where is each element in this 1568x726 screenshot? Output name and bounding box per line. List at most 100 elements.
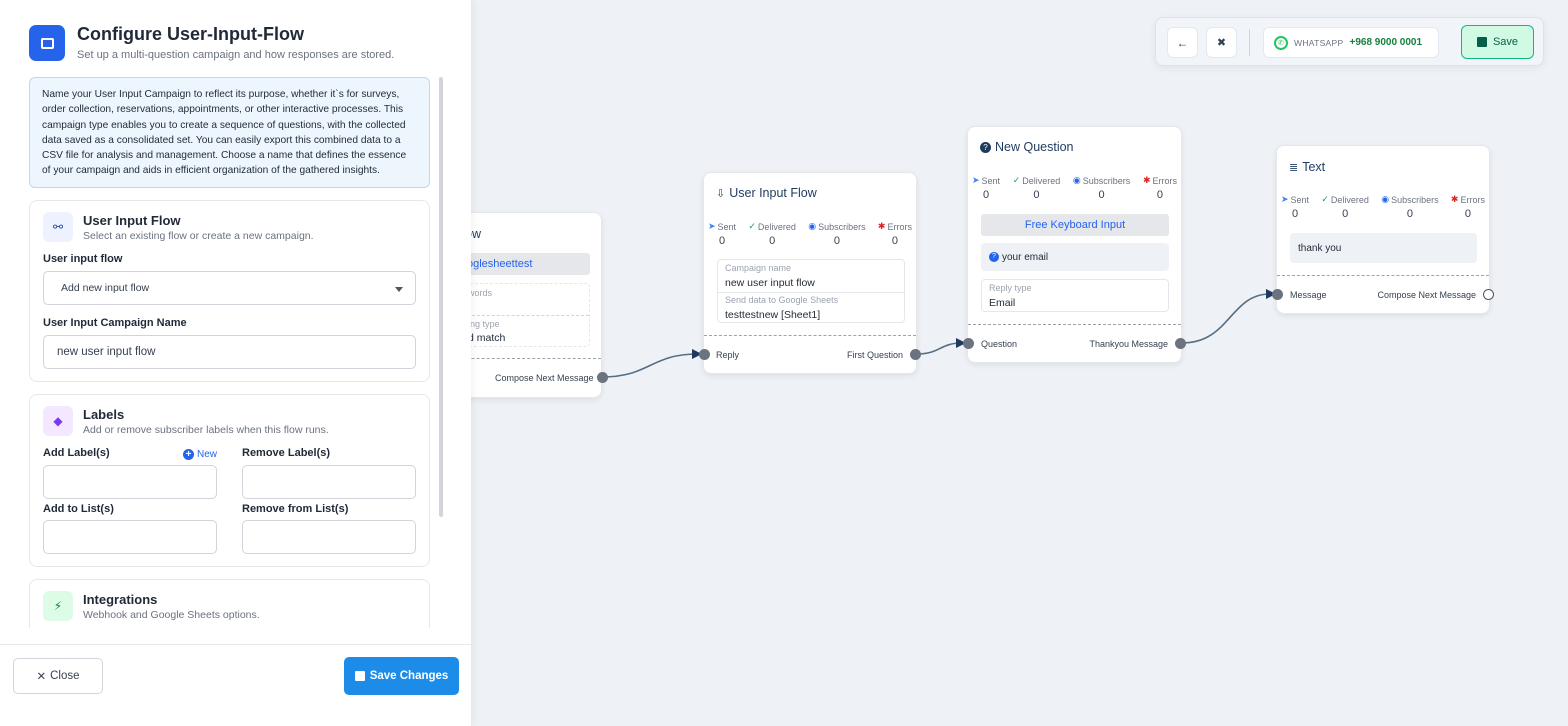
node-user-input-flow[interactable]: ⇩ User Input Flow ➤ Sent 0 ✓ Delivered 0 ◉ Sub… (699, 172, 921, 374)
panel-subtitle: Set up a multi-question campaign and how… (77, 49, 395, 61)
whatsapp-icon: ✆ (1274, 35, 1288, 50)
field-label: Remove from List(s) (242, 503, 349, 515)
integrations-card: ⚡ Integrations Webhook and Google Sheets… (29, 579, 430, 628)
output-port[interactable] (1483, 289, 1494, 300)
toolbar-divider (1249, 29, 1250, 56)
matching-type-label: ing type (468, 319, 500, 329)
stats-row: ➤ Sent 0 ✓ Delivered 0 ◉ Subscribers 0 ✱ Errors… (708, 221, 912, 247)
field-label: Add Label(s) (43, 447, 110, 459)
sitemap-icon: ⚯ (43, 212, 73, 242)
floppy-disk-icon (1476, 37, 1487, 47)
compress-icon: ✖ (1216, 37, 1227, 49)
campaign-name-input[interactable]: new user input flow (43, 335, 416, 369)
check-circle-icon: ✓ (748, 221, 756, 231)
bug-icon: ✱ (1142, 175, 1151, 185)
info-box: Name your User Input Campaign to reflect… (29, 77, 430, 188)
node-new-question[interactable]: ? New Question ➤ Sent 0 ✓ Delivered 0 ◉ Subscr… (963, 126, 1186, 363)
list-icon: ≣ (1289, 161, 1299, 174)
card-title: User Input Flow (83, 213, 181, 228)
field-label: Add to List(s) (43, 503, 114, 515)
bug-icon: ✱ (1450, 194, 1459, 204)
add-labels-input[interactable] (43, 465, 217, 499)
question-prompt-box: ? your email (981, 243, 1169, 271)
user-circle-icon: ◉ (808, 221, 817, 231)
port-label: Reply (716, 350, 740, 360)
stats-row: ➤ Sent 0 ✓ Delivered 0 ◉ Subscribers 0 ✱ Errors… (1281, 194, 1485, 220)
scrollbar[interactable] (439, 77, 443, 517)
floppy-disk-icon (354, 671, 365, 681)
card-subtitle: Select an existing flow or create a new … (83, 230, 314, 242)
add-to-list-input[interactable] (43, 520, 217, 554)
check-circle-icon: ✓ (1321, 194, 1329, 204)
plus-circle-icon: + (183, 449, 194, 460)
port-label: Message (1290, 290, 1327, 300)
port-label: Compose Next Message (1377, 290, 1476, 300)
config-panel: Configure User-Input-Flow Set up a multi… (0, 0, 471, 726)
chevron-down-icon (395, 287, 403, 292)
port-label: Compose Next Message (495, 373, 594, 383)
plug-icon: ⚡ (43, 591, 73, 621)
input-port[interactable] (963, 338, 974, 349)
reply-type-box: Reply type Email (981, 279, 1169, 312)
node-title: ? New Question (980, 140, 1074, 154)
port-label: First Question (846, 350, 903, 360)
sheet-chip: oglesheettest (461, 253, 590, 275)
stats-row: ➤ Sent 0 ✓ Delivered 0 ◉ Subscribers 0 ✱ Errors… (972, 175, 1177, 201)
channel-phone: +968 9000 0001 (1349, 37, 1423, 48)
output-port[interactable] (1175, 338, 1186, 349)
node-text[interactable]: ≣ Text ➤ Sent 0 ✓ Delivered 0 ◉ Subscribers 0 ✱… (1272, 145, 1494, 314)
node-title: ⇩ User Input Flow (716, 186, 817, 200)
question-circle-icon: ? (980, 141, 991, 153)
port-label: Question (981, 339, 1018, 349)
panel-scroll-area[interactable]: Name your User Input Campaign to reflect… (0, 75, 471, 628)
remove-labels-input[interactable] (242, 465, 416, 499)
save-button[interactable]: Save (1461, 25, 1534, 59)
bug-icon: ✱ (877, 221, 886, 231)
close-icon: ✕ (36, 671, 47, 683)
labels-card: ◆ Labels Add or remove subscriber labels… (29, 394, 430, 567)
paper-plane-icon: ➤ (972, 175, 980, 185)
card-subtitle: Webhook and Google Sheets options. (83, 609, 260, 621)
close-button[interactable]: ✕ Close (13, 658, 103, 694)
message-box: thank you (1290, 233, 1477, 263)
check-circle-icon: ✓ (1012, 175, 1021, 185)
form-icon (29, 25, 65, 61)
keywords-label: words (468, 288, 493, 298)
paper-plane-icon: ➤ (708, 221, 716, 231)
campaign-info-box: Campaign name new user input flow Send d… (717, 259, 905, 323)
new-label-link[interactable]: + New (183, 449, 217, 460)
output-port[interactable] (597, 372, 608, 383)
user-circle-icon: ◉ (1381, 194, 1390, 204)
matching-type-value: d match (468, 332, 506, 344)
field-label: User Input Campaign Name (43, 317, 187, 329)
input-port[interactable] (699, 349, 710, 360)
back-button[interactable]: ← (1167, 27, 1198, 58)
download-icon: ⇩ (716, 187, 726, 200)
arrow-left-icon: ← (1176, 35, 1189, 50)
field-label: Remove Label(s) (242, 447, 331, 459)
input-port[interactable] (1272, 289, 1283, 300)
user-input-flow-card: ⚯ User Input Flow Select an existing flo… (29, 200, 430, 382)
channel-name: WHATSAPP (1294, 37, 1344, 48)
paper-plane-icon: ➤ (1281, 194, 1289, 204)
panel-title: Configure User-Input-Flow (77, 24, 304, 44)
flow-canvas[interactable] (471, 0, 1568, 726)
tags-icon: ◆ (43, 406, 73, 436)
fit-view-button[interactable]: ✖ (1206, 27, 1237, 58)
field-label: User input flow (43, 253, 123, 265)
canvas-toolbar: ← ✖ ✆ WHATSAPP +968 9000 0001 Save (1155, 17, 1544, 66)
channel-badge[interactable]: ✆ WHATSAPP +968 9000 0001 (1263, 27, 1439, 58)
save-changes-button[interactable]: Save Changes (344, 657, 459, 695)
remove-from-list-input[interactable] (242, 520, 416, 554)
keyboard-input-chip: Free Keyboard Input (981, 214, 1169, 236)
card-subtitle: Add or remove subscriber labels when thi… (83, 424, 329, 436)
node-title: ≣ Text (1289, 160, 1326, 174)
output-port[interactable] (910, 349, 921, 360)
card-title: Integrations (83, 592, 158, 607)
user-input-flow-select[interactable]: Add new input flow (43, 271, 416, 305)
port-label: Thankyou Message (1089, 339, 1168, 349)
keywords-box: words ing type d match (461, 283, 590, 347)
footer-divider (0, 644, 471, 645)
question-circle-icon: ? (989, 252, 999, 262)
user-circle-icon: ◉ (1072, 175, 1081, 185)
